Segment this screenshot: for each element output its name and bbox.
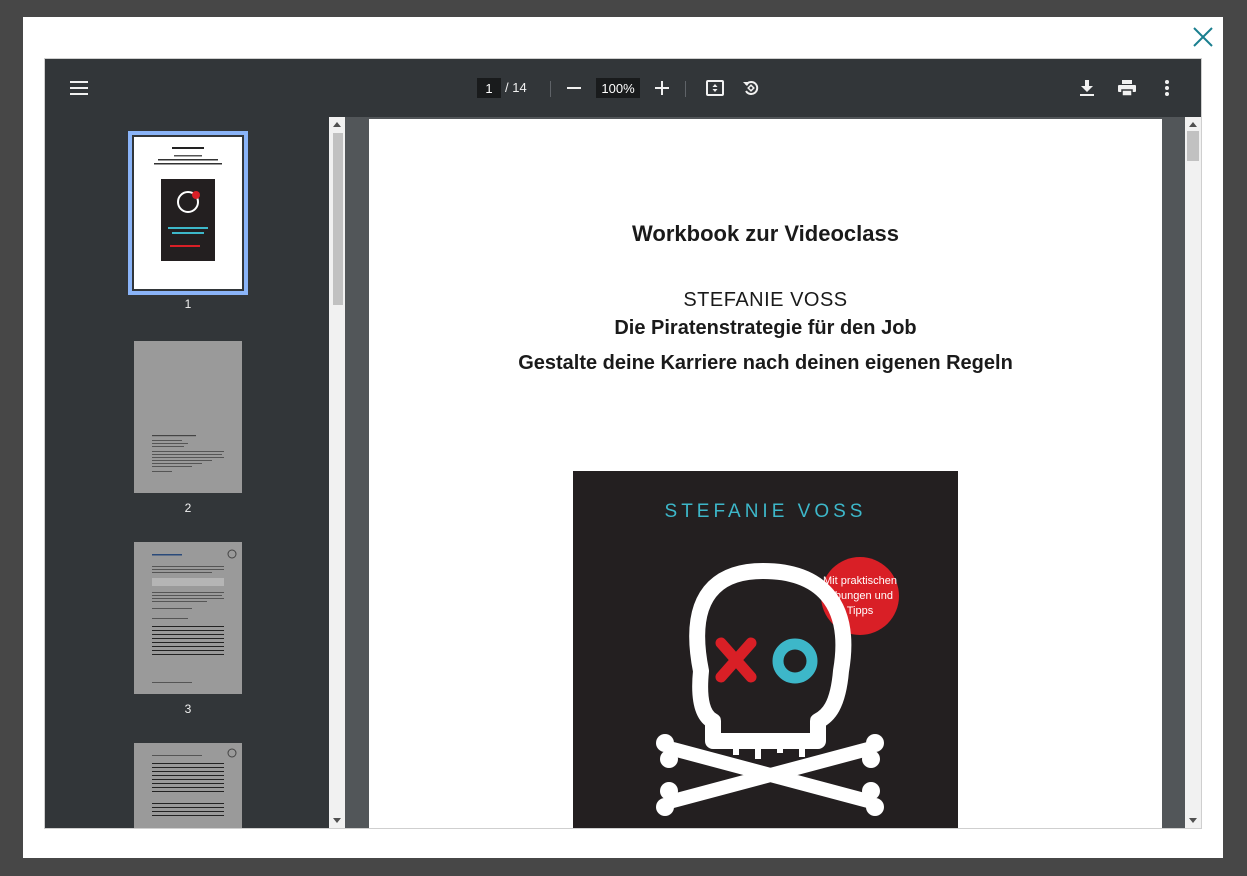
pdf-viewer: 1 / 14 100% 1 2 3 Workbook zur Videoclas… — [44, 58, 1202, 829]
divider — [685, 81, 686, 97]
thumbnail-image[interactable] — [134, 341, 242, 493]
skull-crossbones-icon — [656, 563, 884, 816]
document-area: Workbook zur Videoclass STEFANIE VOSS Di… — [345, 117, 1185, 828]
sidebar-scrollbar[interactable] — [329, 117, 345, 828]
menu-icon[interactable] — [67, 76, 91, 100]
document-author: STEFANIE VOSS — [683, 289, 848, 311]
scroll-down-arrow-icon[interactable] — [1189, 818, 1197, 823]
zoom-out-icon[interactable] — [562, 76, 586, 100]
viewer-toolbar: 1 / 14 100% — [45, 59, 1201, 117]
divider — [550, 81, 551, 97]
scroll-up-arrow-icon[interactable] — [1189, 122, 1197, 127]
scroll-down-arrow-icon[interactable] — [333, 818, 341, 823]
download-icon[interactable] — [1075, 76, 1099, 100]
page-number-input[interactable]: 1 — [477, 78, 501, 98]
modal-dialog: 1 / 14 100% 1 2 3 Workbook zur Videoclas… — [23, 17, 1223, 858]
fit-page-icon[interactable] — [703, 76, 727, 100]
thumbnail-sidebar: 1 2 3 — [45, 117, 329, 828]
document-subtitle-2: Gestalte deine Karriere nach deinen eige… — [518, 352, 1013, 374]
thumbnail-page-1[interactable]: 1 — [128, 131, 248, 311]
thumbnail-page-3[interactable]: 3 — [134, 542, 242, 716]
scrollbar-thumb[interactable] — [1187, 131, 1199, 161]
zoom-input[interactable]: 100% — [596, 78, 640, 98]
zoom-in-icon[interactable] — [650, 76, 674, 100]
scrollbar-thumb[interactable] — [333, 133, 343, 305]
thumbnail-label: 2 — [184, 501, 192, 515]
thumbnail-image[interactable] — [134, 743, 242, 828]
book-cover-image: STEFANIE VOSS Mit praktischen Übungen un… — [573, 471, 958, 828]
document-page: Workbook zur Videoclass STEFANIE VOSS Di… — [369, 119, 1162, 828]
document-scrollbar[interactable] — [1185, 117, 1201, 828]
document-subtitle: Die Piratenstrategie für den Job — [614, 317, 917, 339]
document-title: Workbook zur Videoclass — [632, 221, 899, 246]
close-icon[interactable] — [1191, 25, 1215, 49]
thumbnail-image[interactable] — [134, 542, 242, 694]
page-total: / 14 — [505, 80, 527, 95]
thumbnail-label: 3 — [184, 702, 192, 716]
rotate-icon[interactable] — [739, 76, 763, 100]
thumbnail-image[interactable] — [128, 131, 248, 295]
more-icon[interactable] — [1155, 76, 1179, 100]
thumbnail-page-2[interactable]: 2 — [134, 341, 242, 515]
print-icon[interactable] — [1115, 76, 1139, 100]
thumbnail-label: 1 — [184, 297, 192, 311]
scroll-up-arrow-icon[interactable] — [333, 122, 341, 127]
thumbnail-page-4[interactable] — [134, 743, 242, 828]
